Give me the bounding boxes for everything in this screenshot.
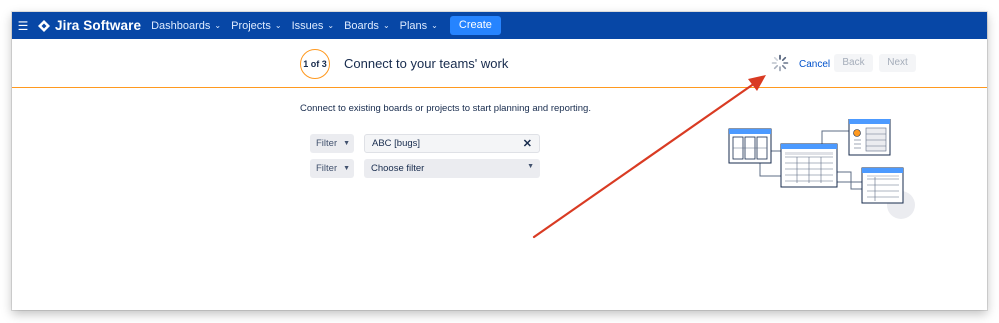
- annotation-arrow: [532, 75, 766, 239]
